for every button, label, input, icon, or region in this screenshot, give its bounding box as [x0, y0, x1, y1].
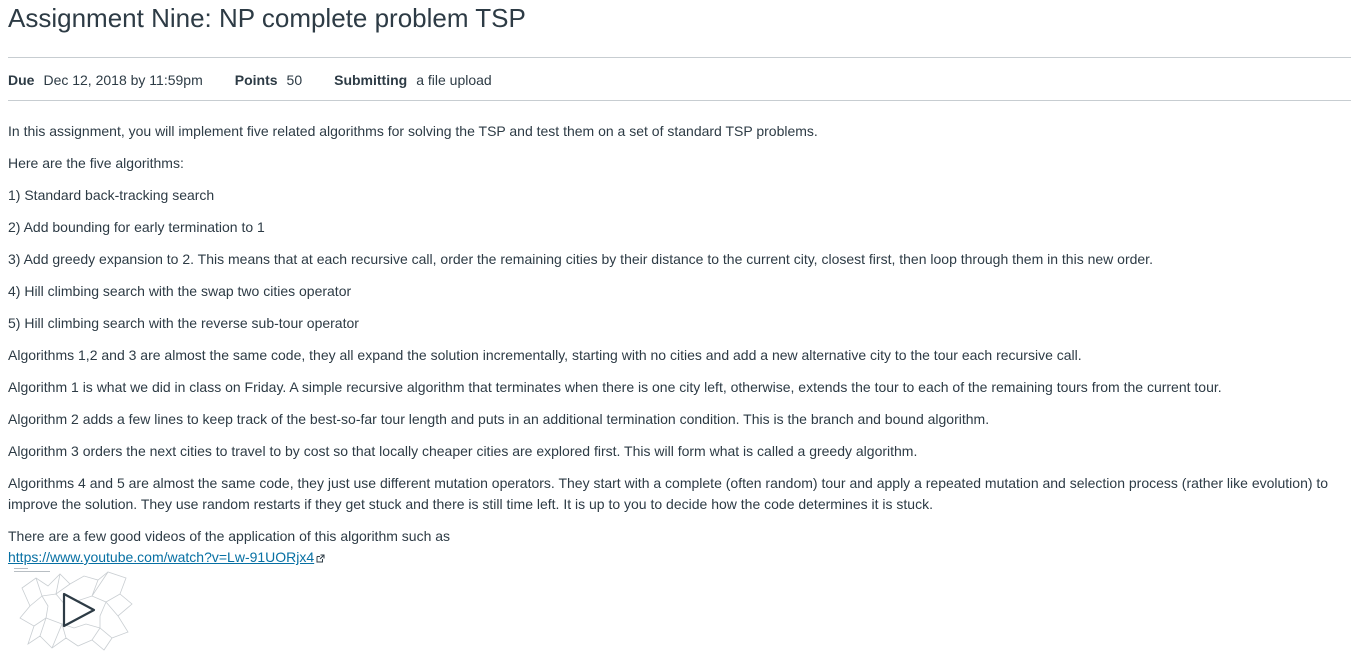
description-paragraph: Algorithms 4 and 5 are almost the same c…	[8, 475, 1329, 512]
external-link-icon[interactable]	[316, 548, 325, 563]
video-link-row: https://www.youtube.com/watch?v=Lw-91UOR…	[8, 547, 1351, 568]
description-paragraph: Algorithm 1 is what we did in class on F…	[8, 379, 1222, 395]
submitting-label: Submitting	[334, 72, 408, 88]
description-paragraph: There are a few good videos of the appli…	[8, 528, 451, 544]
description-paragraph: Algorithms 1,2 and 3 are almost the same…	[8, 347, 1082, 363]
page-title: Assignment Nine: NP complete problem TSP	[8, 3, 526, 33]
due-value: Dec 12, 2018 by 11:59pm	[43, 72, 203, 88]
due-label: Due	[8, 72, 35, 88]
description-paragraph: In this assignment, you will implement f…	[8, 123, 818, 139]
description-paragraph: Here are the five algorithms:	[8, 155, 184, 171]
assignment-details: Due Dec 12, 2018 by 11:59pm Points 50 Su…	[8, 72, 524, 88]
assignment-description: In this assignment, you will implement f…	[8, 121, 1351, 579]
divider-bottom	[8, 100, 1351, 101]
description-paragraph: Algorithm 3 orders the next cities to tr…	[8, 443, 918, 459]
play-icon	[62, 592, 96, 628]
algorithm-item: 3) Add greedy expansion to 2. This means…	[8, 251, 1153, 267]
points-value: 50	[286, 72, 303, 88]
algorithm-item: 2) Add bounding for early termination to…	[8, 219, 265, 235]
due-detail: Due Dec 12, 2018 by 11:59pm	[8, 72, 203, 88]
algorithm-item: 1) Standard back-tracking search	[8, 187, 215, 203]
submitting-value: a file upload	[416, 72, 492, 88]
video-thumbnail[interactable]	[8, 566, 138, 652]
video-link[interactable]: https://www.youtube.com/watch?v=Lw-91UOR…	[8, 549, 314, 565]
points-detail: Points 50	[235, 72, 302, 88]
points-label: Points	[234, 72, 278, 88]
description-paragraph: Algorithm 2 adds a few lines to keep tra…	[8, 411, 990, 427]
submitting-detail: Submitting a file upload	[334, 72, 492, 88]
algorithm-item: 5) Hill climbing search with the reverse…	[8, 315, 359, 331]
algorithm-item: 4) Hill climbing search with the swap tw…	[8, 283, 352, 299]
divider-top	[8, 57, 1351, 58]
